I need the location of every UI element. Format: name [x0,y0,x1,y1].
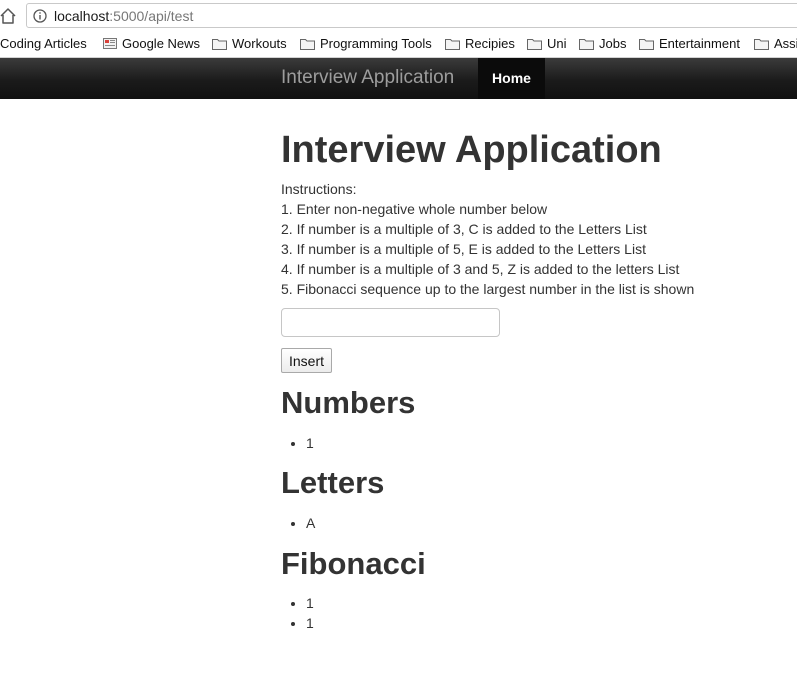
instruction-line: 5. Fibonacci sequence up to the largest … [281,281,695,297]
folder-icon [300,39,315,50]
letters-heading: Letters [281,465,385,500]
nav-home-link[interactable]: Home [478,58,545,99]
fibonacci-heading: Fibonacci [281,546,426,581]
bookmark-label: Uni [547,36,567,51]
folder-icon [579,39,594,50]
instruction-line: 1. Enter non-negative whole number below [281,201,548,217]
folder-icon [754,39,769,50]
url-path: :5000/api/test [109,8,194,24]
folder-icon [527,39,542,50]
bookmark-label: Coding Articles [0,36,87,51]
insert-button[interactable]: Insert [281,348,332,373]
bookmark-label: Entertainment [659,36,740,51]
list-item: A [306,513,315,533]
page-title: Interview Application [281,129,662,171]
bookmark-jobs[interactable]: Jobs [579,36,626,52]
bookmark-coding-articles[interactable]: Coding Articles [0,36,87,52]
url-host: localhost [54,8,110,24]
navbar-brand[interactable]: Interview Application [281,67,454,89]
bookmark-entertainment[interactable]: Entertainment [639,36,740,52]
bookmark-label: Programming Tools [320,36,432,51]
bookmark-google-news[interactable]: Google News [103,36,200,52]
instructions-list: Instructions: 1. Enter non-negative whol… [281,179,694,299]
bookmarks-bar: Coding Articles Google News Workouts Pro… [0,33,797,58]
instruction-line: Instructions: [281,181,357,197]
bookmark-workouts[interactable]: Workouts [212,36,287,52]
bookmark-label: Jobs [599,36,627,51]
bookmark-programming-tools[interactable]: Programming Tools [300,36,432,52]
folder-icon [639,39,654,50]
bookmark-recipies[interactable]: Recipies [445,36,515,52]
bookmark-assi[interactable]: Assi [754,36,797,52]
numbers-list: 1 [281,433,314,453]
number-input[interactable] [281,308,500,337]
list-item: 1 [306,593,314,613]
news-icon [103,38,117,49]
app-navbar: Interview Application Home [0,58,797,99]
bookmark-label: Recipies [465,36,515,51]
letters-list: A [281,513,315,533]
instruction-line: 2. If number is a multiple of 3, C is ad… [281,221,647,237]
info-icon[interactable] [33,9,47,23]
browser-url-bar: localhost:5000/api/test [0,0,797,33]
list-item: 1 [306,613,314,633]
instruction-line: 4. If number is a multiple of 3 and 5, Z… [281,261,680,277]
numbers-heading: Numbers [281,385,416,420]
bookmark-label: Google News [122,36,201,51]
fibonacci-list: 1 1 [281,593,314,633]
bookmark-label: Assi [774,36,797,51]
folder-icon [445,39,460,50]
folder-icon [212,39,227,50]
bookmark-label: Workouts [232,36,287,51]
instruction-line: 3. If number is a multiple of 5, E is ad… [281,241,646,257]
bookmark-uni[interactable]: Uni [527,36,567,52]
url-text[interactable]: localhost:5000/api/test [54,8,193,24]
address-field[interactable]: localhost:5000/api/test [26,3,797,28]
home-icon[interactable] [0,7,16,25]
list-item: 1 [306,433,314,453]
